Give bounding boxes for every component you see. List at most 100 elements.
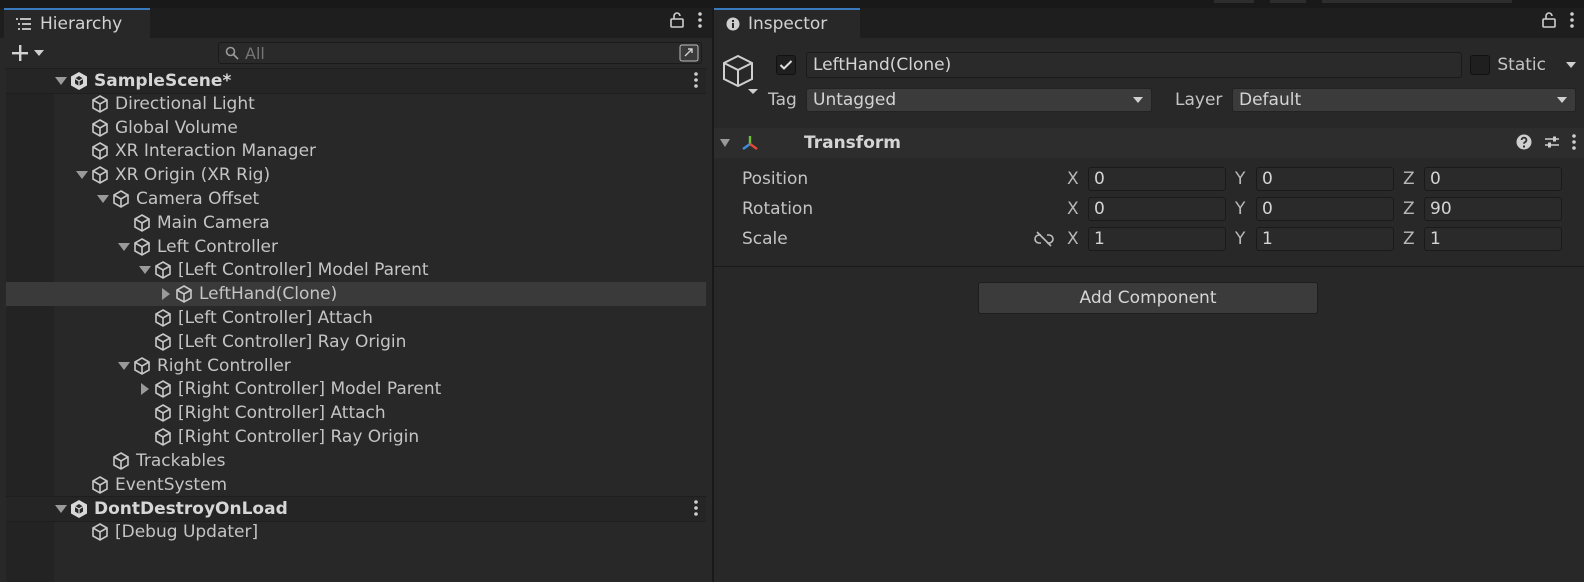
tab-inspector[interactable]: Inspector bbox=[714, 8, 860, 38]
hierarchy-item-label: XR Origin (XR Rig) bbox=[115, 165, 271, 186]
hierarchy-item[interactable]: Right Controller bbox=[6, 354, 706, 378]
tag-dropdown[interactable]: Untagged bbox=[806, 88, 1152, 112]
hierarchy-item[interactable]: [Right Controller] Model Parent bbox=[6, 377, 706, 401]
hierarchy-item[interactable]: Trackables bbox=[6, 449, 706, 473]
hierarchy-item[interactable]: Main Camera bbox=[6, 211, 706, 235]
more-options-icon[interactable] bbox=[694, 500, 698, 517]
presets-sliders-icon[interactable] bbox=[1544, 134, 1560, 150]
hierarchy-item[interactable]: Global Volume bbox=[6, 116, 706, 140]
expand-arrow-right-icon[interactable] bbox=[159, 282, 173, 306]
hierarchy-item[interactable]: XR Interaction Manager bbox=[6, 139, 706, 163]
hierarchy-search-input[interactable] bbox=[245, 44, 645, 62]
search-icon bbox=[225, 46, 239, 60]
scene-row[interactable]: DontDestroyOnLoad bbox=[6, 496, 706, 523]
rotation-label: Rotation bbox=[742, 199, 814, 219]
scale-x-input[interactable] bbox=[1089, 228, 1225, 250]
add-component-button[interactable]: Add Component bbox=[978, 282, 1318, 314]
hierarchy-item-label: Trackables bbox=[136, 450, 226, 471]
constrain-proportions-link-icon[interactable] bbox=[1034, 231, 1054, 247]
hierarchy-item[interactable]: Directional Light bbox=[6, 92, 706, 116]
gameobject-cube-icon bbox=[152, 258, 174, 282]
hierarchy-item[interactable]: [Left Controller] Attach bbox=[6, 306, 706, 330]
scale-row: Scale X Y Z bbox=[714, 224, 1584, 254]
search-popout-icon[interactable] bbox=[679, 44, 699, 62]
gameobject-cube-icon bbox=[89, 473, 111, 497]
lock-icon[interactable] bbox=[670, 12, 684, 28]
gameobject-cube-icon bbox=[152, 401, 174, 425]
more-options-icon[interactable] bbox=[694, 72, 698, 88]
hierarchy-search bbox=[218, 42, 702, 64]
hierarchy-item[interactable]: [Right Controller] Attach bbox=[6, 401, 706, 425]
transform-axes-icon bbox=[740, 134, 760, 152]
rotation-row: Rotation X Y Z bbox=[714, 194, 1584, 224]
hierarchy-item-label: [Right Controller] Model Parent bbox=[178, 379, 442, 400]
layer-dropdown[interactable]: Default bbox=[1232, 88, 1576, 112]
unity-scene-icon bbox=[68, 69, 90, 93]
hierarchy-item-label: [Right Controller] Attach bbox=[178, 403, 386, 424]
more-options-icon[interactable] bbox=[1570, 12, 1574, 28]
tag-value: Untagged bbox=[813, 90, 897, 110]
expand-arrow-down-icon[interactable] bbox=[117, 235, 131, 259]
scene-row[interactable]: SampleScene* bbox=[6, 68, 706, 94]
axis-x-label: X bbox=[1067, 169, 1079, 189]
scale-y-field bbox=[1256, 227, 1394, 251]
hierarchy-item-label: XR Interaction Manager bbox=[115, 141, 317, 162]
hierarchy-item[interactable]: Camera Offset bbox=[6, 187, 706, 211]
gameobject-cube-icon bbox=[152, 306, 174, 330]
expand-arrow-down-icon[interactable] bbox=[75, 163, 89, 187]
expand-arrow-down-icon[interactable] bbox=[138, 258, 152, 282]
hierarchy-item[interactable]: [Debug Updater] bbox=[6, 520, 706, 544]
expand-arrow-down-icon[interactable] bbox=[96, 187, 110, 211]
hierarchy-item[interactable]: XR Origin (XR Rig) bbox=[6, 163, 706, 187]
expand-arrow-down-icon[interactable] bbox=[54, 69, 68, 93]
scale-x-field bbox=[1088, 227, 1226, 251]
arrow-spacer bbox=[75, 473, 89, 497]
help-icon[interactable] bbox=[1516, 134, 1532, 150]
expand-arrow-down-icon[interactable] bbox=[54, 497, 68, 521]
transform-properties: Position X Y Z Rotation X Y Z Scale X Y bbox=[714, 158, 1584, 267]
hierarchy-item-label: [Debug Updater] bbox=[115, 522, 259, 543]
hierarchy-item[interactable]: LeftHand(Clone) bbox=[6, 282, 706, 307]
hierarchy-item[interactable]: [Left Controller] Model Parent bbox=[6, 258, 706, 282]
scale-z-input[interactable] bbox=[1425, 228, 1561, 250]
rotation-y-input[interactable] bbox=[1257, 198, 1393, 220]
hierarchy-item[interactable]: [Left Controller] Ray Origin bbox=[6, 330, 706, 354]
axis-x-label: X bbox=[1067, 229, 1079, 249]
hierarchy-item[interactable]: EventSystem bbox=[6, 473, 706, 497]
gameobject-cube-icon bbox=[89, 116, 111, 140]
gameobject-cube-icon bbox=[131, 211, 153, 235]
scale-y-input[interactable] bbox=[1257, 228, 1393, 250]
hierarchy-panel: Hierarchy All SampleScene* Directional L… bbox=[0, 0, 712, 582]
gameobject-cube-icon bbox=[110, 449, 132, 473]
foldout-arrow-icon[interactable] bbox=[720, 139, 730, 147]
hierarchy-item[interactable]: [Right Controller] Ray Origin bbox=[6, 425, 706, 449]
rotation-x-input[interactable] bbox=[1089, 198, 1225, 220]
create-dropdown-button[interactable] bbox=[10, 41, 54, 65]
hierarchy-item[interactable]: Left Controller bbox=[6, 235, 706, 259]
arrow-spacer bbox=[138, 425, 152, 449]
hierarchy-item-label: EventSystem bbox=[115, 474, 228, 495]
transform-component-header[interactable]: Transform bbox=[714, 128, 1584, 159]
active-checkbox[interactable] bbox=[776, 55, 796, 75]
gameobject-large-icon[interactable] bbox=[720, 50, 764, 94]
rotation-z-input[interactable] bbox=[1425, 198, 1561, 220]
position-x-input[interactable] bbox=[1089, 168, 1225, 190]
more-options-icon[interactable] bbox=[1572, 134, 1576, 150]
more-options-icon[interactable] bbox=[698, 12, 702, 28]
lock-icon[interactable] bbox=[1542, 12, 1556, 28]
tab-hierarchy[interactable]: Hierarchy bbox=[4, 8, 150, 38]
position-y-field bbox=[1256, 167, 1394, 191]
hierarchy-tree: SampleScene* Directional Light Global Volu… bbox=[0, 68, 712, 582]
static-checkbox[interactable] bbox=[1470, 55, 1490, 75]
static-dropdown-icon[interactable] bbox=[1566, 62, 1576, 68]
hierarchy-item-label: Left Controller bbox=[157, 236, 279, 257]
gameobject-cube-icon bbox=[89, 139, 111, 163]
hierarchy-tab-bar: Hierarchy bbox=[0, 8, 712, 38]
expand-arrow-right-icon[interactable] bbox=[138, 377, 152, 401]
position-y-input[interactable] bbox=[1257, 168, 1393, 190]
object-name-input[interactable] bbox=[807, 53, 1461, 77]
expand-arrow-down-icon[interactable] bbox=[117, 354, 131, 378]
axis-z-label: Z bbox=[1403, 199, 1415, 219]
object-name-field bbox=[806, 52, 1462, 78]
position-z-input[interactable] bbox=[1425, 168, 1561, 190]
